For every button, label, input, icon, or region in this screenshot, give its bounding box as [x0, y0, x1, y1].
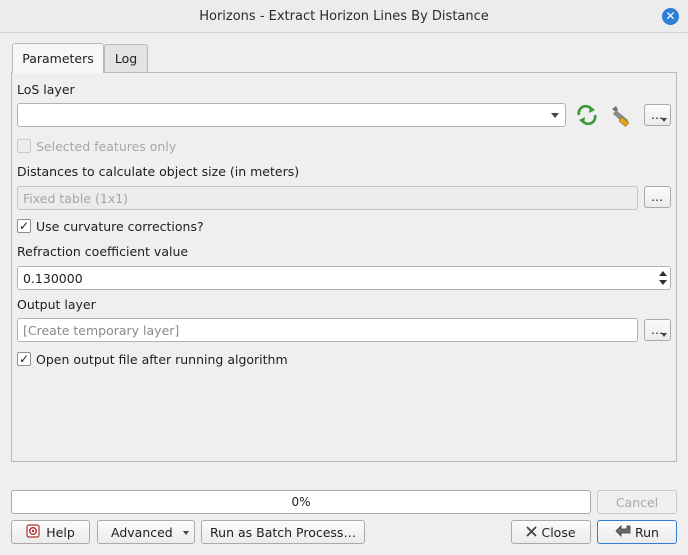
- close-icon: [526, 525, 538, 540]
- open-output-label: Open output file after running algorithm: [36, 352, 288, 367]
- ellipsis-label: …: [651, 190, 664, 204]
- close-button[interactable]: Close: [511, 520, 591, 544]
- chevron-down-icon: [551, 113, 559, 118]
- distances-value: Fixed table (1x1): [23, 190, 129, 206]
- help-button[interactable]: Help: [11, 520, 90, 544]
- selected-features-label: Selected features only: [36, 139, 177, 154]
- los-layer-combo[interactable]: [17, 103, 566, 127]
- tab-parameters[interactable]: Parameters: [12, 43, 104, 73]
- tab-log-label: Log: [114, 51, 138, 66]
- dropdown-arrow-icon: [661, 118, 667, 122]
- curvature-checkbox[interactable]: ✓: [17, 219, 31, 233]
- refraction-spinbox[interactable]: 0.130000: [17, 266, 671, 290]
- selected-features-checkbox[interactable]: [17, 139, 31, 153]
- refraction-value: 0.130000: [23, 270, 83, 286]
- distances-field: Fixed table (1x1): [17, 186, 638, 210]
- los-layer-options-button[interactable]: …: [644, 104, 671, 126]
- curvature-label: Use curvature corrections?: [36, 219, 204, 234]
- tab-parameters-label: Parameters: [22, 51, 94, 66]
- spin-down-icon[interactable]: [659, 280, 667, 285]
- tab-log[interactable]: Log: [104, 44, 148, 72]
- help-icon: [26, 523, 40, 541]
- run-arrow-icon: [615, 524, 631, 541]
- chevron-down-icon: [183, 531, 189, 535]
- run-button[interactable]: Run: [597, 520, 677, 544]
- progress-bar: 0%: [11, 490, 591, 514]
- close-label: Close: [541, 524, 576, 540]
- output-layer-label: Output layer: [17, 297, 96, 312]
- title-bar: Horizons - Extract Horizon Lines By Dist…: [0, 0, 688, 33]
- cancel-button[interactable]: Cancel: [597, 490, 677, 514]
- spin-buttons[interactable]: [657, 268, 669, 288]
- los-layer-label: LoS layer: [17, 82, 75, 97]
- window-close-icon[interactable]: ✕: [662, 8, 679, 25]
- advanced-button[interactable]: Advanced: [97, 520, 195, 544]
- output-layer-placeholder: [Create temporary layer]: [23, 322, 180, 338]
- cancel-label: Cancel: [615, 494, 659, 510]
- spin-up-icon[interactable]: [659, 271, 667, 276]
- dropdown-arrow-icon: [661, 333, 667, 337]
- run-batch-button[interactable]: Run as Batch Process…: [201, 520, 365, 544]
- open-output-checkbox[interactable]: ✓: [17, 352, 31, 366]
- refraction-label: Refraction coefficient value: [17, 244, 189, 259]
- output-layer-field[interactable]: [Create temporary layer]: [17, 318, 638, 342]
- progress-text: 0%: [291, 495, 311, 509]
- output-layer-options-button[interactable]: …: [644, 319, 671, 341]
- window-title: Horizons - Extract Horizon Lines By Dist…: [199, 8, 489, 24]
- run-batch-label: Run as Batch Process…: [210, 524, 356, 540]
- refresh-icon[interactable]: [575, 104, 599, 126]
- run-label: Run: [635, 524, 659, 540]
- advanced-label: Advanced: [111, 524, 173, 540]
- help-label: Help: [46, 524, 75, 540]
- distances-label: Distances to calculate object size (in m…: [17, 164, 300, 179]
- wrench-icon[interactable]: [609, 104, 635, 128]
- distances-edit-button[interactable]: …: [644, 186, 671, 208]
